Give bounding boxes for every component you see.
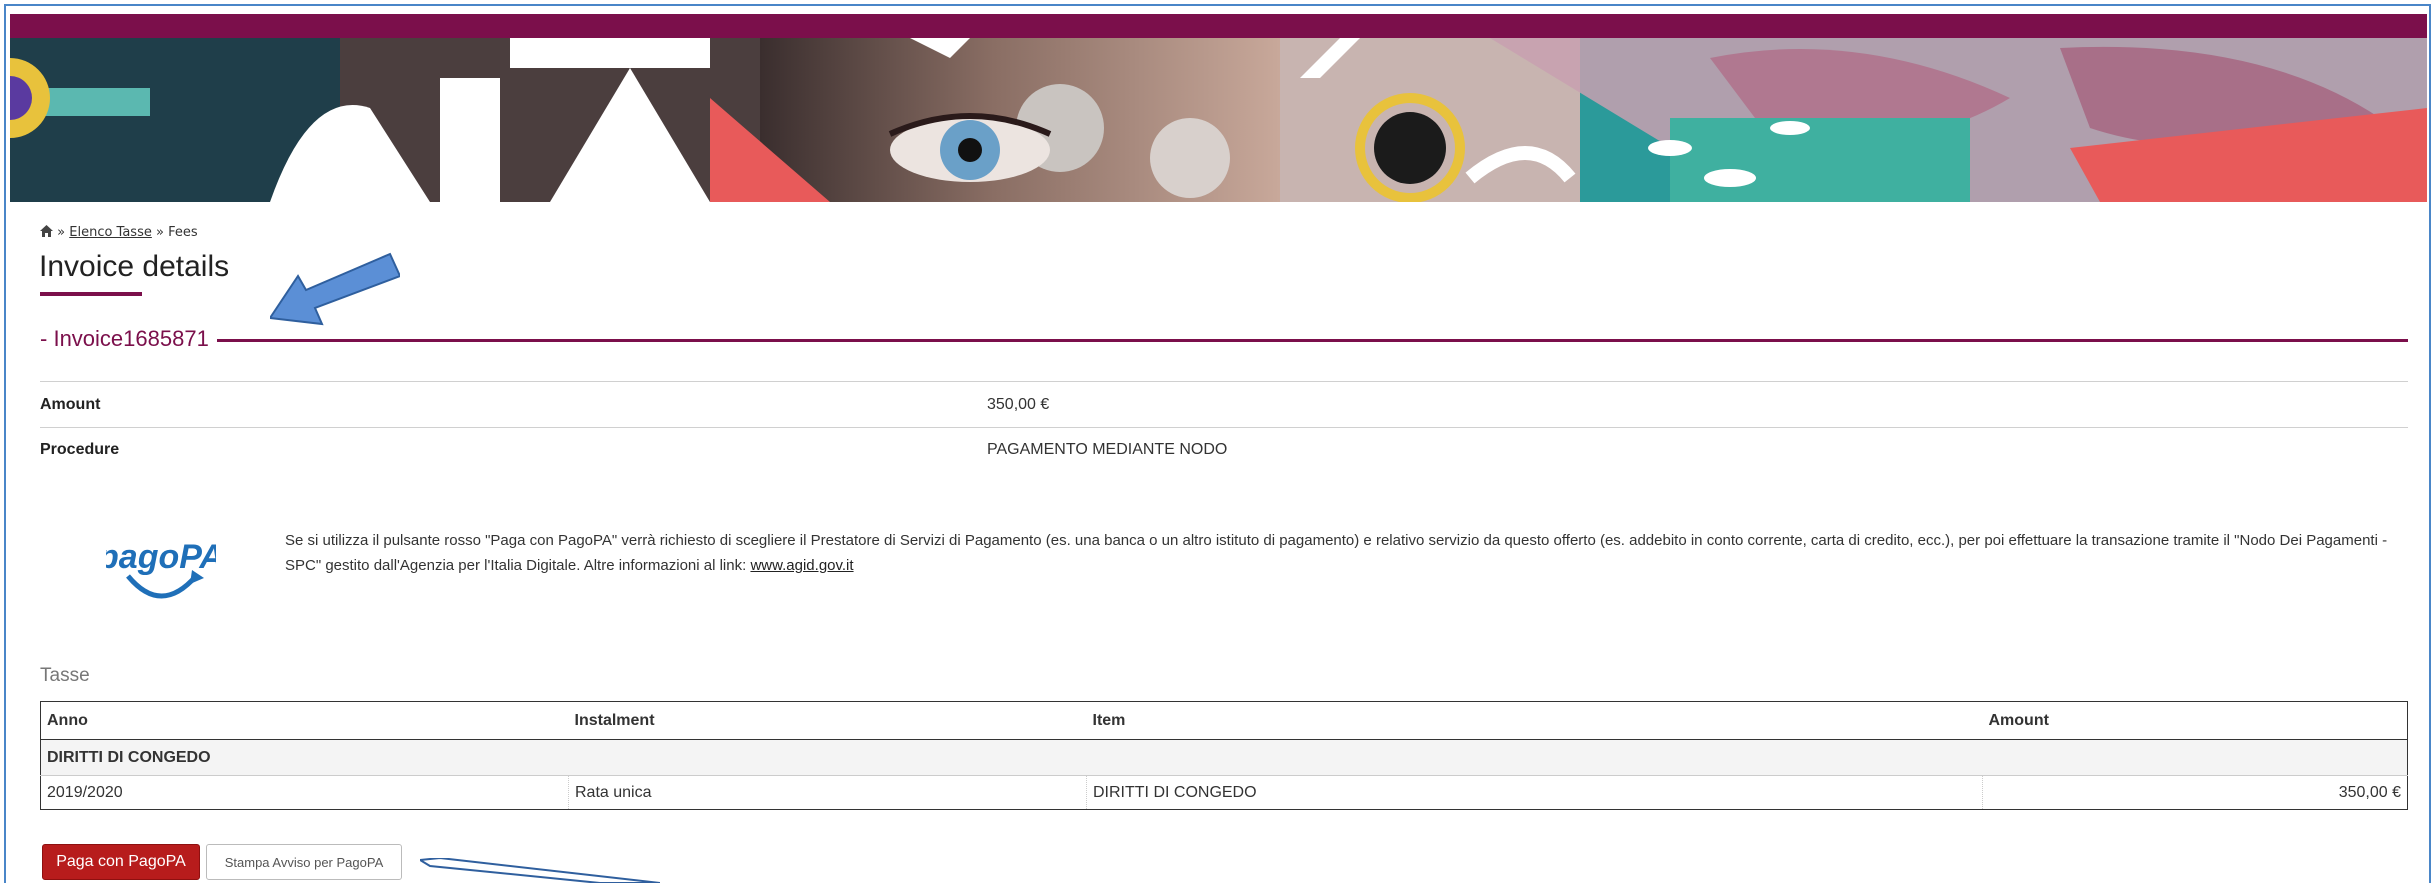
- pagopa-logo: pagoPA: [106, 538, 216, 599]
- amount-label: Amount: [40, 396, 101, 413]
- fees-section-label: Tasse: [40, 665, 90, 686]
- col-header-instalment: Instalment: [568, 701, 1087, 740]
- invoice-legend: - Invoice1685871: [40, 326, 217, 352]
- procedure-value: PAGAMENTO MEDIANTE NODO: [987, 441, 1228, 458]
- breadcrumb: » Elenco Tasse » Fees: [40, 225, 198, 240]
- breadcrumb-link-fee-list[interactable]: Elenco Tasse: [69, 225, 152, 240]
- annotation-arrow-down: [420, 858, 660, 883]
- fees-table: Anno Instalment Item Amount DIRITTI DI C…: [40, 701, 2408, 810]
- home-icon[interactable]: [40, 225, 53, 237]
- pagopa-info-body: Se si utilizza il pulsante rosso "Paga c…: [285, 532, 2388, 574]
- col-header-item: Item: [1086, 701, 1983, 740]
- col-header-year: Anno: [40, 701, 569, 740]
- cell-year: 2019/2020: [40, 775, 569, 810]
- pagopa-info-text: Se si utilizza il pulsante rosso "Paga c…: [285, 528, 2395, 578]
- row-divider: [40, 427, 2408, 428]
- top-bar: [10, 14, 2427, 38]
- annotation-arrow-up: [270, 252, 400, 326]
- legend-dash: -: [40, 326, 54, 351]
- procedure-label: Procedure: [40, 441, 120, 458]
- cell-amount: 350,00 €: [2338, 783, 2401, 801]
- invoice-divider: [40, 339, 2408, 342]
- page-title: Invoice details: [39, 250, 230, 283]
- header-banner: [10, 38, 2427, 202]
- pay-with-pagopa-button[interactable]: Paga con PagoPA: [42, 844, 200, 880]
- banner-artwork: [10, 38, 2427, 202]
- cell-item: DIRITTI DI CONGEDO: [1086, 775, 1983, 810]
- col-header-amount: Amount: [1982, 701, 2408, 740]
- breadcrumb-current: Fees: [168, 225, 198, 240]
- invoice-number: Invoice1685871: [53, 326, 209, 351]
- table-row: 2019/2020 Rata unica DIRITTI DI CONGEDO …: [40, 775, 2408, 810]
- pagopa-logo-text: pagoPA: [106, 538, 216, 576]
- group-label: DIRITTI DI CONGEDO: [40, 739, 2408, 776]
- agid-link[interactable]: www.agid.gov.it: [750, 557, 853, 574]
- breadcrumb-separator: »: [57, 225, 66, 240]
- row-divider: [40, 381, 2408, 382]
- table-header-row: Anno Instalment Item Amount: [40, 701, 2408, 740]
- breadcrumb-separator: »: [156, 225, 164, 240]
- amount-value: 350,00 €: [987, 396, 1050, 413]
- print-pagopa-notice-button[interactable]: Stampa Avviso per PagoPA: [206, 844, 402, 880]
- table-group-row: DIRITTI DI CONGEDO: [40, 739, 2408, 776]
- cell-instalment: Rata unica: [568, 775, 1087, 810]
- title-underline: [40, 292, 142, 296]
